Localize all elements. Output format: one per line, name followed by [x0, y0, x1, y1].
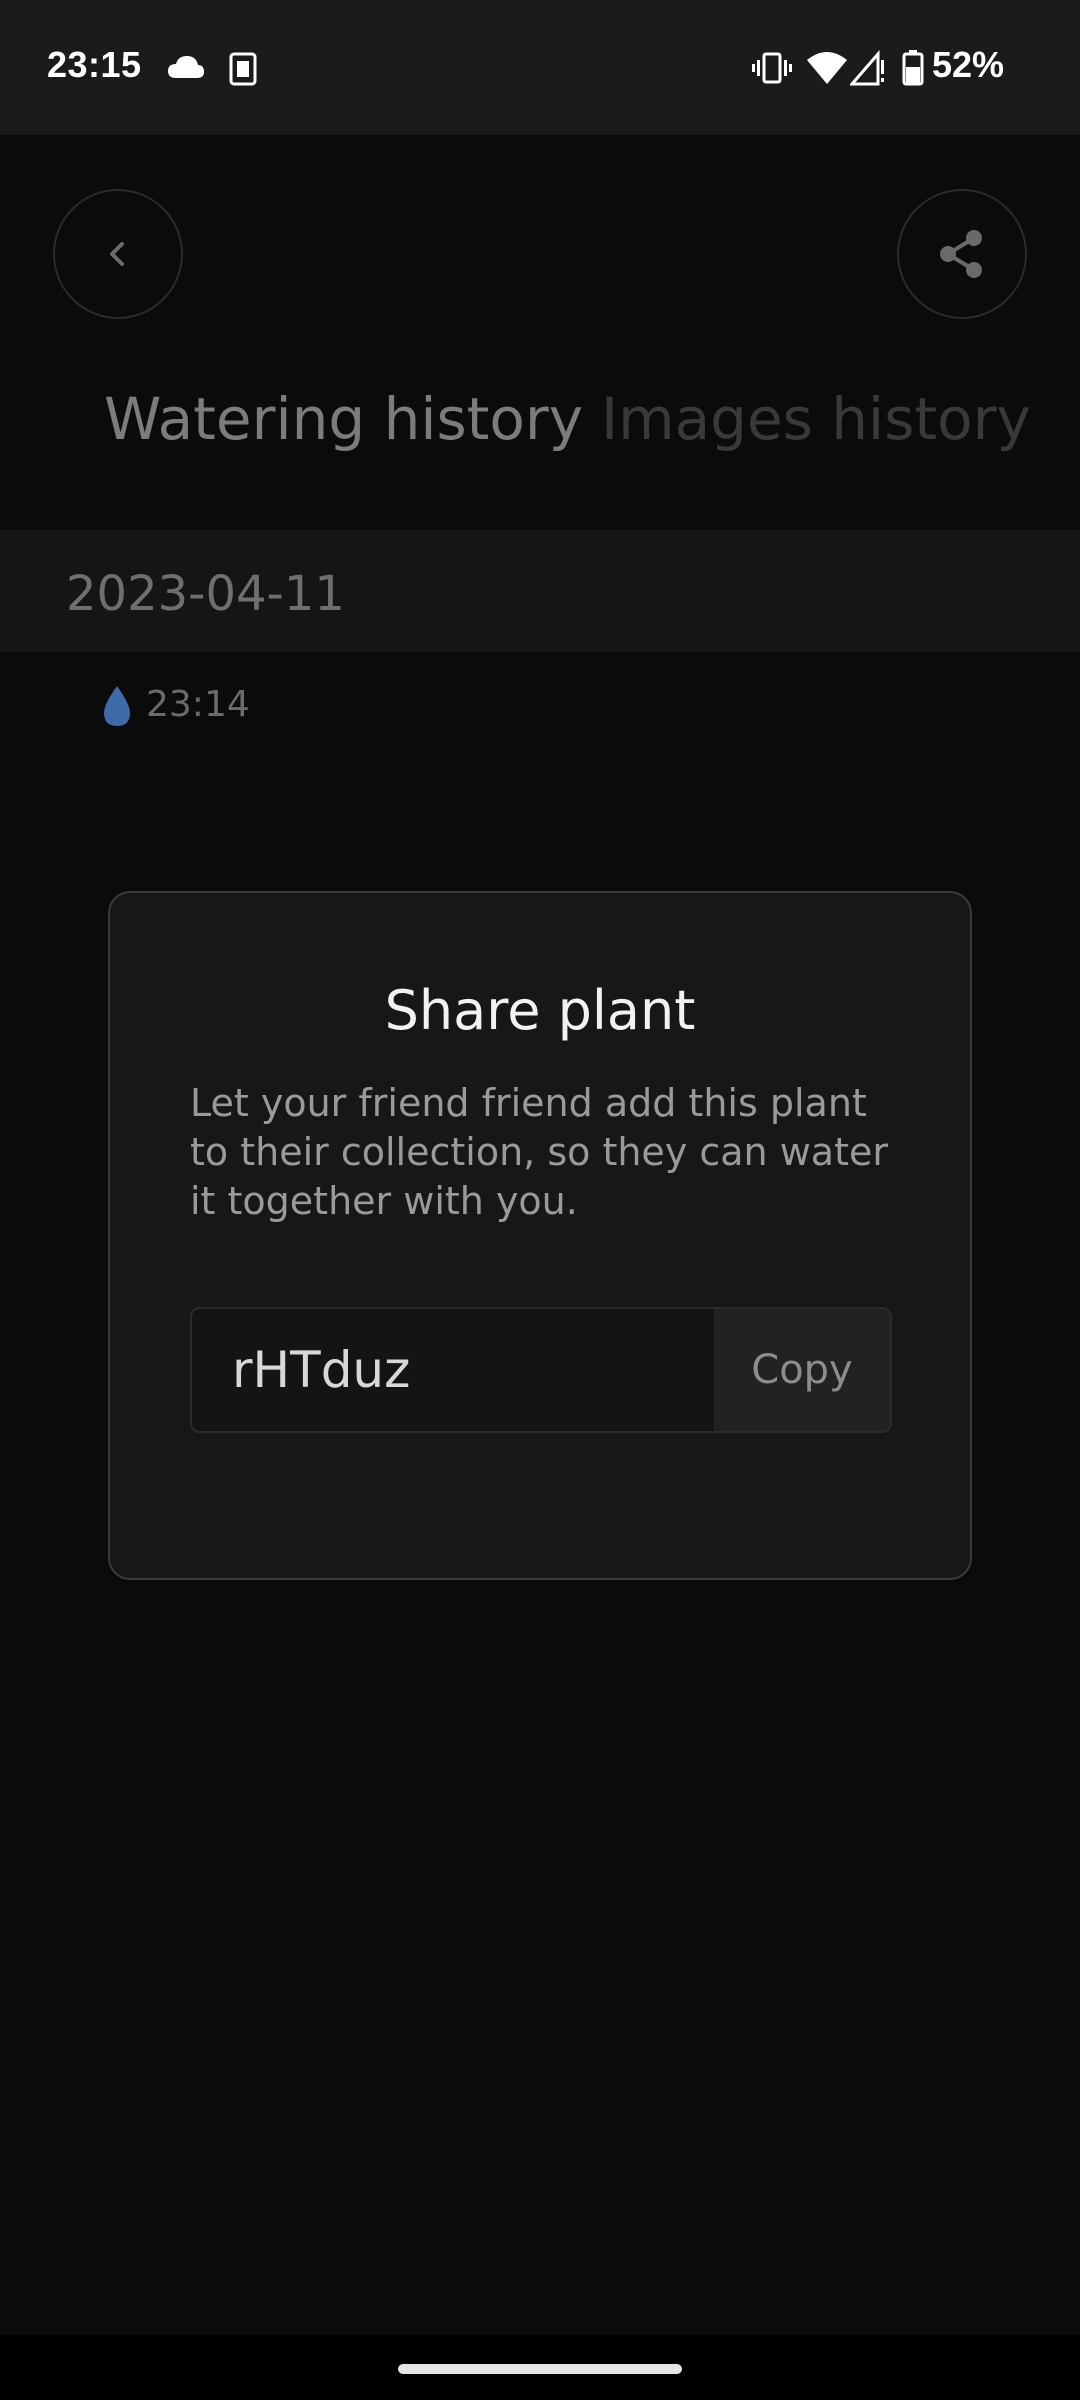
- vibrate-icon: [752, 52, 792, 84]
- tab-watering-history[interactable]: Watering history: [104, 385, 583, 453]
- status-time: 23:15: [47, 44, 142, 85]
- back-button[interactable]: [53, 189, 183, 319]
- dialog-description: Let your friend friend add this plant to…: [190, 1081, 888, 1223]
- navigation-bar: [0, 2335, 1080, 2400]
- chevron-left-icon: [110, 242, 124, 266]
- screen: 23:15 52% Watering history Images histor…: [0, 0, 1080, 2400]
- status-bar: 23:15 52%: [0, 0, 1080, 135]
- wifi-icon: [807, 52, 847, 84]
- share-icon: [940, 230, 982, 278]
- battery-icon: [902, 50, 924, 86]
- home-indicator[interactable]: [398, 2364, 682, 2374]
- dialog-title: Share plant: [384, 979, 696, 1042]
- tab-images-history[interactable]: Images history: [601, 385, 1031, 453]
- signal-icon: [850, 50, 884, 86]
- cloud-icon: [168, 56, 204, 78]
- battery-percent: 52%: [932, 44, 1005, 85]
- share-button[interactable]: [897, 189, 1027, 319]
- copy-button[interactable]: Copy: [714, 1309, 890, 1431]
- water-drop-icon: [104, 686, 130, 726]
- date-label: 2023-04-11: [66, 566, 345, 622]
- share-code-field: rHTduz Copy: [190, 1307, 892, 1433]
- date-group-header: 2023-04-11: [0, 530, 1080, 652]
- history-tabs: Watering history Images history: [0, 385, 1080, 515]
- share-code[interactable]: rHTduz: [232, 1341, 410, 1399]
- sim-card-icon: [229, 52, 257, 86]
- share-plant-dialog: Share plant Let your friend friend add t…: [108, 891, 972, 1580]
- entry-time: 23:14: [146, 684, 250, 725]
